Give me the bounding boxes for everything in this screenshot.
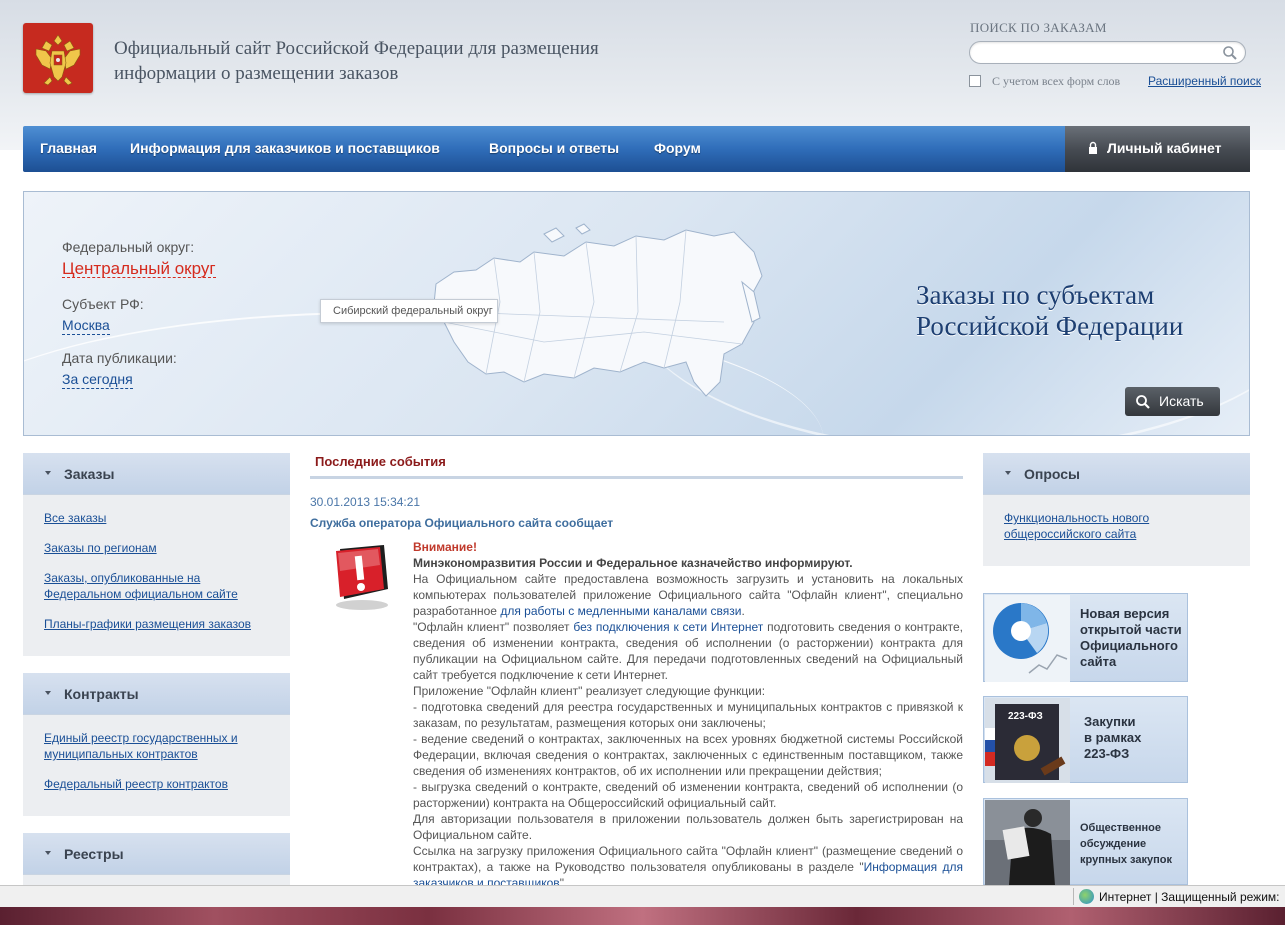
status-separator [1073, 888, 1074, 905]
promo-public-discussion-text: Общественное обсуждение крупных закупок [1080, 822, 1172, 866]
events-divider [310, 476, 963, 479]
event-paragraph: На Официальном сайте предоставлена возмо… [413, 572, 963, 618]
warning-icon [336, 545, 388, 610]
link-unified-contract-register[interactable]: Единый реестр государственных и муниципа… [44, 730, 259, 762]
event-paragraph: - выгрузка сведений о контракте, сведени… [413, 780, 963, 810]
polls-panel: Опросы Функциональность нового общеросси… [983, 453, 1250, 566]
promo-new-version-text: Новая версия открытой части Официального са… [1080, 606, 1182, 669]
orders-panel: Заказы Все заказы Заказы по регионам Зак… [23, 453, 290, 656]
event-body: Внимание! Минэкономразвития России и Фед… [413, 539, 963, 891]
search-label: ПОИСК ПО ЗАКАЗАМ [970, 20, 1107, 35]
event-lead: Минэкономразвития России и Федеральное к… [413, 556, 853, 570]
promo-new-version[interactable]: Новая версия открытой части Официального са… [983, 593, 1188, 682]
coat-of-arms-logo[interactable] [23, 23, 93, 93]
event-paragraph: - ведение сведений о контрактах, заключе… [413, 732, 963, 778]
chevron-down-icon [1005, 471, 1011, 475]
banner-title: Заказы по субъектам Российской Федерации [916, 280, 1184, 341]
link-no-internet[interactable]: без подключения к сети Интернет [573, 620, 763, 634]
event-paragraph: Ссылка на загрузку приложения Официально… [413, 844, 963, 890]
promo-223fz-text: Закупки в рамках 223-ФЗ [1084, 714, 1142, 761]
chevron-down-icon [45, 471, 51, 475]
link-poll-functionality[interactable]: Функциональность нового общероссийского … [1004, 510, 1204, 542]
contracts-panel: Контракты Единый реестр государственных … [23, 673, 290, 816]
event-paragraph: "Офлайн клиент" позволяет без подключени… [413, 620, 963, 682]
district-label: Федеральный округ: [62, 239, 195, 255]
events-title: Последние события [315, 454, 446, 469]
advanced-search-link[interactable]: Расширенный поиск [1148, 74, 1261, 88]
search-icon [1136, 395, 1150, 409]
personal-cabinet-button[interactable]: Личный кабинет [1065, 126, 1250, 172]
nav-item-home[interactable]: Главная [40, 140, 97, 156]
attention-label: Внимание! [413, 540, 477, 554]
personal-cabinet-label: Личный кабинет [1107, 140, 1222, 156]
event-paragraph: Для авторизации пользователя в приложени… [413, 812, 963, 842]
event-date: 30.01.2013 15:34:21 [310, 495, 421, 509]
link-orders-federal[interactable]: Заказы, опубликованные на Федеральном оф… [44, 570, 264, 602]
site-title: Официальный сайт Российской Федерации дл… [114, 38, 599, 84]
link-slow-channels[interactable]: для работы с медленными каналами связи [500, 604, 741, 618]
word-forms-checkbox[interactable] [969, 75, 981, 87]
event-headline[interactable]: Служба оператора Официального сайта сооб… [310, 516, 613, 530]
desktop-taskbar [0, 907, 1285, 925]
globe-icon [1079, 889, 1094, 904]
contracts-panel-header[interactable]: Контракты [23, 673, 290, 715]
link-all-orders[interactable]: Все заказы [44, 510, 106, 526]
law-book-label: 223-ФЗ [1008, 711, 1043, 722]
promo-public-discussion[interactable]: Общественное обсуждение крупных закупок [983, 798, 1188, 885]
subject-selector[interactable]: Москва [62, 317, 110, 335]
subject-label: Субъект РФ: [62, 296, 144, 312]
link-orders-by-region[interactable]: Заказы по регионам [44, 540, 157, 556]
regions-banner: Федеральный округ: Центральный округ Суб… [23, 191, 1250, 436]
event-paragraph: Приложение "Офлайн клиент" реализует сле… [413, 684, 766, 698]
link-federal-contract-register[interactable]: Федеральный реестр контрактов [44, 776, 228, 792]
main-nav: Главная Информация для заказчиков и пост… [23, 126, 1250, 172]
map-tooltip: Сибирский федеральный округ [320, 299, 498, 323]
date-label: Дата публикации: [62, 350, 177, 366]
district-selector[interactable]: Центральный округ [62, 260, 216, 278]
event-paragraph: - подготовка сведений для реестра госуда… [413, 700, 963, 730]
registers-panel: Реестры [23, 833, 290, 885]
nav-item-faq[interactable]: Вопросы и ответы [489, 140, 619, 156]
polls-panel-header[interactable]: Опросы [983, 453, 1250, 495]
nav-item-forum[interactable]: Форум [654, 140, 701, 156]
lock-icon [1089, 141, 1097, 154]
status-text: Интернет | Защищенный режим: [1099, 890, 1280, 904]
registers-panel-header[interactable]: Реестры [23, 833, 290, 875]
browser-status-bar: Интернет | Защищенный режим: [0, 885, 1285, 907]
word-forms-label: С учетом всех форм слов [992, 74, 1121, 88]
chevron-down-icon [45, 851, 51, 855]
chevron-down-icon [45, 691, 51, 695]
banner-search-button[interactable]: Искать [1125, 387, 1220, 416]
link-order-schedules[interactable]: Планы-графики размещения заказов [44, 616, 251, 632]
pie-chart-icon [985, 595, 1070, 682]
orders-panel-header[interactable]: Заказы [23, 453, 290, 495]
banner-search-label: Искать [1159, 393, 1204, 409]
search-input[interactable] [969, 41, 1246, 64]
date-selector[interactable]: За сегодня [62, 371, 133, 389]
nav-item-info[interactable]: Информация для заказчиков и поставщиков [130, 140, 440, 156]
search-icon[interactable] [1222, 45, 1238, 61]
discussion-photo-icon [985, 800, 1070, 885]
double-headed-eagle-icon [35, 34, 81, 86]
promo-223fz[interactable]: 223-ФЗ Закупки в рамках 223-ФЗ [983, 696, 1188, 783]
